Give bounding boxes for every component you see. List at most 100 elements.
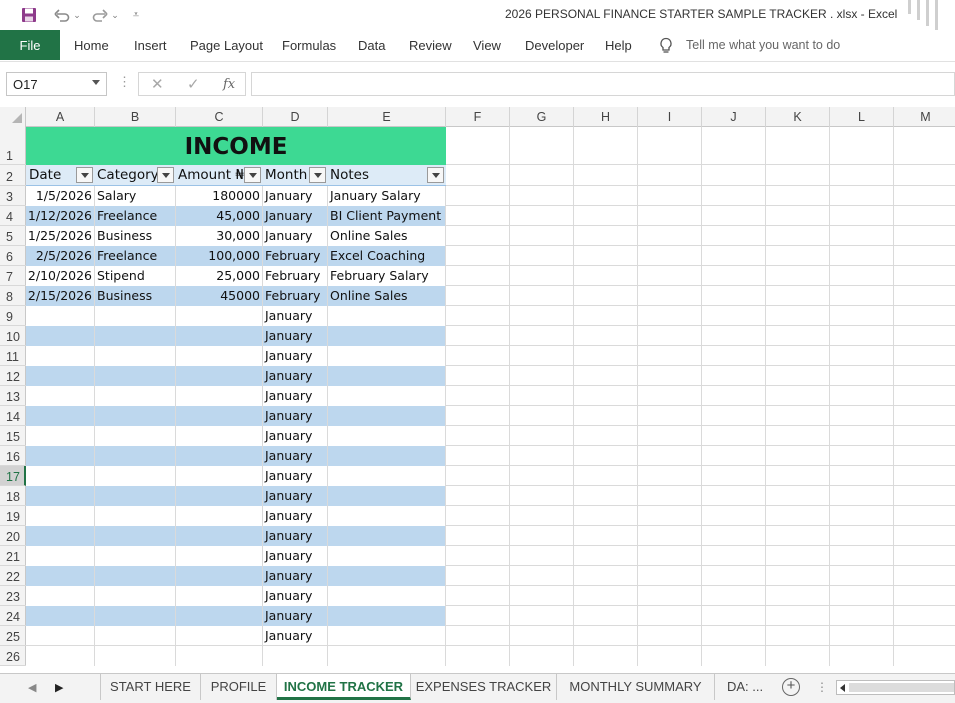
cell-amount[interactable]: 25,000: [176, 266, 260, 286]
tab-developer[interactable]: Developer: [525, 38, 584, 53]
cell-notes[interactable]: Online Sales: [330, 286, 446, 306]
cell-date[interactable]: 1/12/2026: [26, 206, 92, 226]
cell-month[interactable]: January: [265, 406, 329, 426]
filter-month-dropdown-icon[interactable]: [309, 167, 326, 183]
row-header-11[interactable]: 11: [0, 346, 26, 366]
cell-amount[interactable]: 30,000: [176, 226, 260, 246]
row-header-10[interactable]: 10: [0, 326, 26, 346]
cell-month[interactable]: January: [265, 506, 329, 526]
filter-category-dropdown-icon[interactable]: [157, 167, 174, 183]
tab-formulas[interactable]: Formulas: [282, 38, 336, 53]
tab-file[interactable]: File: [0, 30, 60, 60]
column-header-e[interactable]: E: [328, 107, 446, 127]
sheet-tab-expenses-tracker[interactable]: EXPENSES TRACKER: [411, 674, 557, 700]
cell-notes[interactable]: BI Client Payment: [330, 206, 446, 226]
income-title[interactable]: INCOME: [26, 127, 446, 165]
chevron-down-icon[interactable]: [92, 80, 100, 85]
row-header-22[interactable]: 22: [0, 566, 26, 586]
row-header-3[interactable]: 3: [0, 186, 26, 206]
column-header-k[interactable]: K: [766, 107, 830, 127]
column-header-f[interactable]: F: [446, 107, 510, 127]
cell-amount[interactable]: 100,000: [176, 246, 260, 266]
cell-date[interactable]: 2/15/2026: [26, 286, 92, 306]
more-options-icon[interactable]: ⋮: [118, 75, 131, 88]
cell-month[interactable]: January: [265, 346, 329, 366]
save-icon[interactable]: [18, 4, 40, 26]
enter-icon[interactable]: ✓: [187, 75, 200, 93]
redo-dropdown-icon[interactable]: ⌄: [110, 4, 120, 26]
cell-date[interactable]: 1/25/2026: [26, 226, 92, 246]
tab-home[interactable]: Home: [74, 38, 109, 53]
sheet-tab-dashboard[interactable]: DA: ...: [715, 674, 775, 700]
cell-category[interactable]: Stipend: [97, 266, 175, 286]
header-month[interactable]: Month: [265, 165, 307, 186]
column-header-l[interactable]: L: [830, 107, 894, 127]
tab-review[interactable]: Review: [409, 38, 452, 53]
cell-month[interactable]: January: [265, 186, 329, 206]
row-header-26[interactable]: 26: [0, 646, 26, 666]
scroll-tabs-right-icon[interactable]: ▶: [55, 681, 63, 694]
cell-month[interactable]: January: [265, 526, 329, 546]
header-date[interactable]: Date: [29, 165, 61, 186]
row-header-1[interactable]: 1: [0, 127, 26, 165]
column-header-d[interactable]: D: [263, 107, 328, 127]
undo-icon[interactable]: [50, 4, 74, 26]
cell-month[interactable]: January: [265, 546, 329, 566]
formula-input[interactable]: [251, 72, 955, 96]
cancel-icon[interactable]: ✕: [151, 75, 164, 93]
cell-notes[interactable]: January Salary: [330, 186, 446, 206]
scroll-left-icon[interactable]: [840, 684, 845, 692]
cell-month[interactable]: February: [265, 266, 329, 286]
row-header-19[interactable]: 19: [0, 506, 26, 526]
worksheet-grid[interactable]: ABCDEFGHIJKLM 1 2 3 4 5 6 7 8 9 10 11 12 13 14 15 16 17 1…: [0, 107, 955, 673]
row-header-24[interactable]: 24: [0, 606, 26, 626]
cell-month[interactable]: January: [265, 326, 329, 346]
tab-data[interactable]: Data: [358, 38, 385, 53]
cell-amount[interactable]: 45000: [176, 286, 260, 306]
column-header-m[interactable]: M: [894, 107, 955, 127]
cell-month[interactable]: January: [265, 466, 329, 486]
add-sheet-icon[interactable]: +: [782, 678, 800, 696]
cell-month[interactable]: January: [265, 426, 329, 446]
row-header-16[interactable]: 16: [0, 446, 26, 466]
cell-category[interactable]: Freelance: [97, 246, 175, 266]
row-header-13[interactable]: 13: [0, 386, 26, 406]
cell-category[interactable]: Salary: [97, 186, 175, 206]
cell-month[interactable]: January: [265, 586, 329, 606]
row-header-7[interactable]: 7: [0, 266, 26, 286]
insert-function-icon[interactable]: fx: [223, 77, 235, 92]
cell-month[interactable]: January: [265, 566, 329, 586]
cell-notes[interactable]: Excel Coaching: [330, 246, 446, 266]
column-header-b[interactable]: B: [95, 107, 176, 127]
cell-month[interactable]: January: [265, 386, 329, 406]
cell-month[interactable]: January: [265, 606, 329, 626]
cell-category[interactable]: Business: [97, 226, 175, 246]
customize-qat-icon[interactable]: ⩡: [128, 4, 144, 26]
header-notes[interactable]: Notes: [330, 165, 369, 186]
row-header-12[interactable]: 12: [0, 366, 26, 386]
row-header-18[interactable]: 18: [0, 486, 26, 506]
cell-month[interactable]: February: [265, 246, 329, 266]
cell-month[interactable]: January: [265, 486, 329, 506]
lightbulb-icon[interactable]: [658, 37, 674, 55]
scrollbar-thumb[interactable]: [849, 683, 954, 692]
row-header-6[interactable]: 6: [0, 246, 26, 266]
sheet-tab-income-tracker[interactable]: INCOME TRACKER: [277, 674, 411, 700]
cell-month[interactable]: January: [265, 226, 329, 246]
column-header-a[interactable]: A: [26, 107, 95, 127]
cell-notes[interactable]: Online Sales: [330, 226, 446, 246]
cell-date[interactable]: 2/5/2026: [26, 246, 92, 266]
horizontal-scrollbar[interactable]: [836, 680, 955, 695]
cell-month[interactable]: February: [265, 286, 329, 306]
row-header-21[interactable]: 21: [0, 546, 26, 566]
row-header-23[interactable]: 23: [0, 586, 26, 606]
cell-month[interactable]: January: [265, 626, 329, 646]
row-header-17[interactable]: 17: [0, 466, 26, 486]
row-header-9[interactable]: 9: [0, 306, 26, 326]
row-header-14[interactable]: 14: [0, 406, 26, 426]
row-header-20[interactable]: 20: [0, 526, 26, 546]
column-header-h[interactable]: H: [574, 107, 638, 127]
row-header-4[interactable]: 4: [0, 206, 26, 226]
filter-amount-dropdown-icon[interactable]: [244, 167, 261, 183]
sheet-tab-profile[interactable]: PROFILE: [201, 674, 277, 700]
